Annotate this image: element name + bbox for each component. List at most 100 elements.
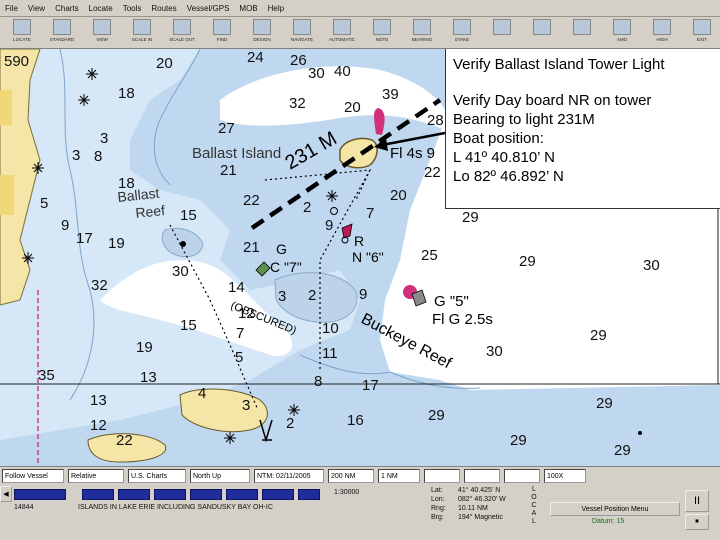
progress-segment [226, 489, 258, 500]
depth-sounding: 13 [140, 369, 157, 386]
menu-item[interactable]: Charts [50, 4, 84, 13]
toolbar-label: DESIGN [253, 37, 271, 42]
option-field[interactable] [504, 469, 540, 483]
toolbar-button[interactable]: DESIGN [242, 17, 282, 47]
toolbar-button[interactable]: LOCATE [2, 17, 42, 47]
toolbar-label: LOCATE [13, 37, 31, 42]
toolbar-icon [93, 19, 111, 35]
toolbar-button[interactable]: EXIT [682, 17, 720, 47]
depth-sounding: 12 [90, 417, 107, 434]
depth-sounding: 10 [322, 320, 339, 337]
option-field[interactable]: North Up [190, 469, 250, 483]
depth-sounding: 9 [61, 217, 69, 234]
built-up-area [0, 90, 12, 125]
depth-sounding: 3 [278, 288, 286, 305]
toolbar-button[interactable] [482, 17, 522, 47]
chart-label: Fl G 2.5s [432, 311, 493, 328]
depth-sounding: 29 [462, 209, 479, 226]
depth-sounding: 29 [510, 432, 527, 449]
depth-sounding: 19 [136, 339, 153, 356]
toolbar-button[interactable]: NOTE [362, 17, 402, 47]
toolbar-label: STAKE [454, 37, 470, 42]
progress-segment [82, 489, 114, 500]
menu-item[interactable]: View [23, 4, 50, 13]
toolbar-label: AMO [616, 37, 628, 42]
depth-sounding: 3 [72, 147, 80, 164]
toolbar-button[interactable]: STANDARD [42, 17, 82, 47]
progress-segment [118, 489, 150, 500]
depth-sounding: 15 [180, 317, 197, 334]
toolbar-button[interactable] [522, 17, 562, 47]
depth-sounding: 29 [614, 442, 631, 459]
depth-sounding: 17 [76, 230, 93, 247]
toolbar-icon [453, 19, 471, 35]
pause-button[interactable]: II [685, 490, 709, 512]
nautical-chart[interactable]: 5902024264030183932202827338212229301828… [0, 49, 720, 466]
menu-item[interactable]: Help [263, 4, 289, 13]
option-field[interactable]: Relative [68, 469, 124, 483]
toolbar-button[interactable]: AUTOMATIC [322, 17, 362, 47]
bearing-value: 194° Magnetic [458, 514, 503, 521]
depth-sounding: 20 [156, 55, 173, 72]
toolbar-icon [653, 19, 671, 35]
option-field[interactable]: Follow Vessel [2, 469, 64, 483]
toolbar-icon [133, 19, 151, 35]
depth-sounding: 30 [172, 263, 189, 280]
local-label: L O C A L [531, 486, 537, 525]
toolbar-button[interactable]: SCALE IN [122, 17, 162, 47]
range-value: 10.11 NM [458, 505, 488, 512]
depth-sounding: 9 [359, 286, 367, 303]
toolbar-icon [333, 19, 351, 35]
callout-line: Boat position: [453, 130, 544, 147]
toolbar-icon [13, 19, 31, 35]
toolbar-button[interactable] [562, 17, 602, 47]
stop-button[interactable]: ⏹ [685, 514, 709, 530]
menu-item[interactable]: Routes [146, 4, 181, 13]
depth-sounding: 30 [486, 343, 503, 360]
reef-marker [180, 241, 186, 247]
toolbar-icon [493, 19, 511, 35]
option-field[interactable] [424, 469, 460, 483]
depth-sounding: 19 [108, 235, 125, 252]
depth-sounding: 5 [40, 195, 48, 212]
menu-item[interactable]: File [0, 4, 23, 13]
toolbar-button[interactable]: BEARING [402, 17, 442, 47]
lon-label: Lon: [431, 496, 445, 503]
option-field[interactable]: 200 NM [328, 469, 374, 483]
depth-sounding: 26 [290, 52, 307, 69]
toolbar-icon [293, 19, 311, 35]
menu-item[interactable]: MOB [234, 4, 262, 13]
toolbar-button[interactable]: NAVIGATE [282, 17, 322, 47]
toolbar-button[interactable]: AMO [602, 17, 642, 47]
toolbar-button[interactable]: HIGH [642, 17, 682, 47]
option-field[interactable]: U.S. Charts [128, 469, 186, 483]
option-field[interactable]: 100X [544, 469, 586, 483]
toolbar-button[interactable]: VIEW [82, 17, 122, 47]
depth-sounding: 8 [314, 373, 322, 390]
depth-sounding: 25 [421, 247, 438, 264]
toolbar-label: AUTOMATIC [328, 37, 356, 42]
depth-sounding: 29 [590, 327, 607, 344]
menu-item[interactable]: Tools [118, 4, 147, 13]
progress-segment [298, 489, 320, 500]
depth-sounding: 9 [325, 217, 333, 234]
depth-sounding: 28 [427, 112, 444, 129]
left-arrow-button[interactable]: ◀ [0, 486, 12, 502]
depth-sounding: 27 [218, 120, 235, 137]
option-field[interactable]: NTM: 02/11/2005 [254, 469, 324, 483]
toolbar-button[interactable]: SCALE OUT [162, 17, 202, 47]
option-field[interactable] [464, 469, 500, 483]
toolbar-label: NAVIGATE [290, 37, 314, 42]
chart-scale: 1:30000 [334, 489, 360, 496]
toolbar-button[interactable]: STAKE [442, 17, 482, 47]
spot [638, 431, 642, 435]
toolbar-button[interactable]: FIND [202, 17, 242, 47]
status-bar: ◀ 1:30000 14844 ISLANDS IN LAKE ERIE INC… [0, 484, 720, 540]
instruction-callout: Verify Ballast Island Tower Light Verify… [445, 49, 720, 209]
menu-item[interactable]: Locate [84, 4, 118, 13]
menu-item[interactable]: Vessel/GPS [182, 4, 235, 13]
vessel-position-menu-button[interactable]: Vessel Position Menu [550, 502, 680, 516]
depth-sounding: 22 [424, 164, 441, 181]
chart-options-bar: Follow Vessel Relative U.S. Charts North Up… [0, 466, 720, 485]
option-field[interactable]: 1 NM [378, 469, 420, 483]
